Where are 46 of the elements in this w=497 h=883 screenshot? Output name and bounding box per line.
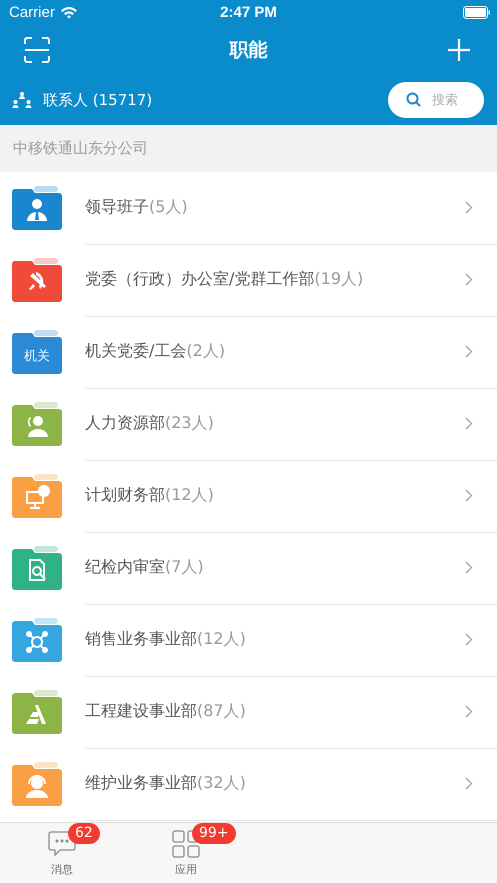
department-item[interactable]: 人力资源部(23人) — [0, 388, 497, 460]
scan-icon[interactable] — [24, 37, 50, 63]
search-field[interactable]: 搜索 — [388, 82, 484, 118]
department-name: 维护业务事业部(32人) — [85, 773, 246, 794]
chevron-icon — [465, 273, 473, 286]
department-item[interactable]: 计划财务部(12人) — [0, 460, 497, 532]
department-item[interactable]: 党委（行政）办公室/党群工作部(19人) — [0, 244, 497, 316]
department-name: 工程建设事业部(87人) — [85, 701, 246, 722]
apps-grid-icon — [172, 830, 200, 858]
add-icon[interactable] — [447, 38, 471, 62]
contacts-count: 联系人 (15717) — [43, 90, 152, 110]
chevron-icon — [465, 417, 473, 430]
status-time: 2:47 PM — [220, 4, 277, 21]
department-name: 纪检内审室(7人) — [85, 557, 204, 578]
wifi-icon — [60, 6, 78, 19]
chat-icon — [48, 831, 76, 857]
department-name: 党委（行政）办公室/党群工作部(19人) — [85, 269, 364, 290]
department-item[interactable]: 销售业务事业部(12人) — [0, 604, 497, 676]
department-item[interactable]: 维护业务事业部(32人) — [0, 748, 497, 820]
department-item[interactable]: 机关 机关党委/工会(2人) — [0, 316, 497, 388]
chevron-icon — [465, 705, 473, 718]
chevron-icon — [465, 633, 473, 646]
department-name: 领导班子(5人) — [85, 197, 188, 218]
search-icon — [406, 92, 421, 107]
department-item[interactable]: 工程建设事业部(87人) — [0, 676, 497, 748]
department-name: 计划财务部(12人) — [85, 485, 214, 506]
chevron-icon — [465, 777, 473, 790]
department-name: 人力资源部(23人) — [85, 413, 214, 434]
department-folder-icon: 机关 — [12, 330, 62, 374]
department-name: 机关党委/工会(2人) — [85, 341, 226, 362]
department-item[interactable]: 纪检内审室(7人) — [0, 532, 497, 604]
tab-item[interactable]: 99+ 应用 — [124, 823, 248, 883]
chevron-icon — [465, 201, 473, 214]
battery-icon — [463, 6, 491, 19]
chevron-icon — [465, 345, 473, 358]
page-title: 职能 — [230, 38, 268, 63]
carrier-name: Carrier — [9, 4, 55, 21]
department-name: 销售业务事业部(12人) — [85, 629, 246, 650]
org-chart-icon — [12, 91, 32, 109]
tab-item[interactable]: 62 消息 — [0, 823, 124, 883]
department-item[interactable]: 领导班子(5人) — [0, 172, 497, 244]
unread-badge: 99+ — [192, 823, 236, 844]
chevron-icon — [465, 489, 473, 502]
section-title: 中移铁通山东分公司 — [13, 139, 148, 158]
unread-badge: 62 — [68, 823, 100, 844]
chevron-icon — [465, 561, 473, 574]
